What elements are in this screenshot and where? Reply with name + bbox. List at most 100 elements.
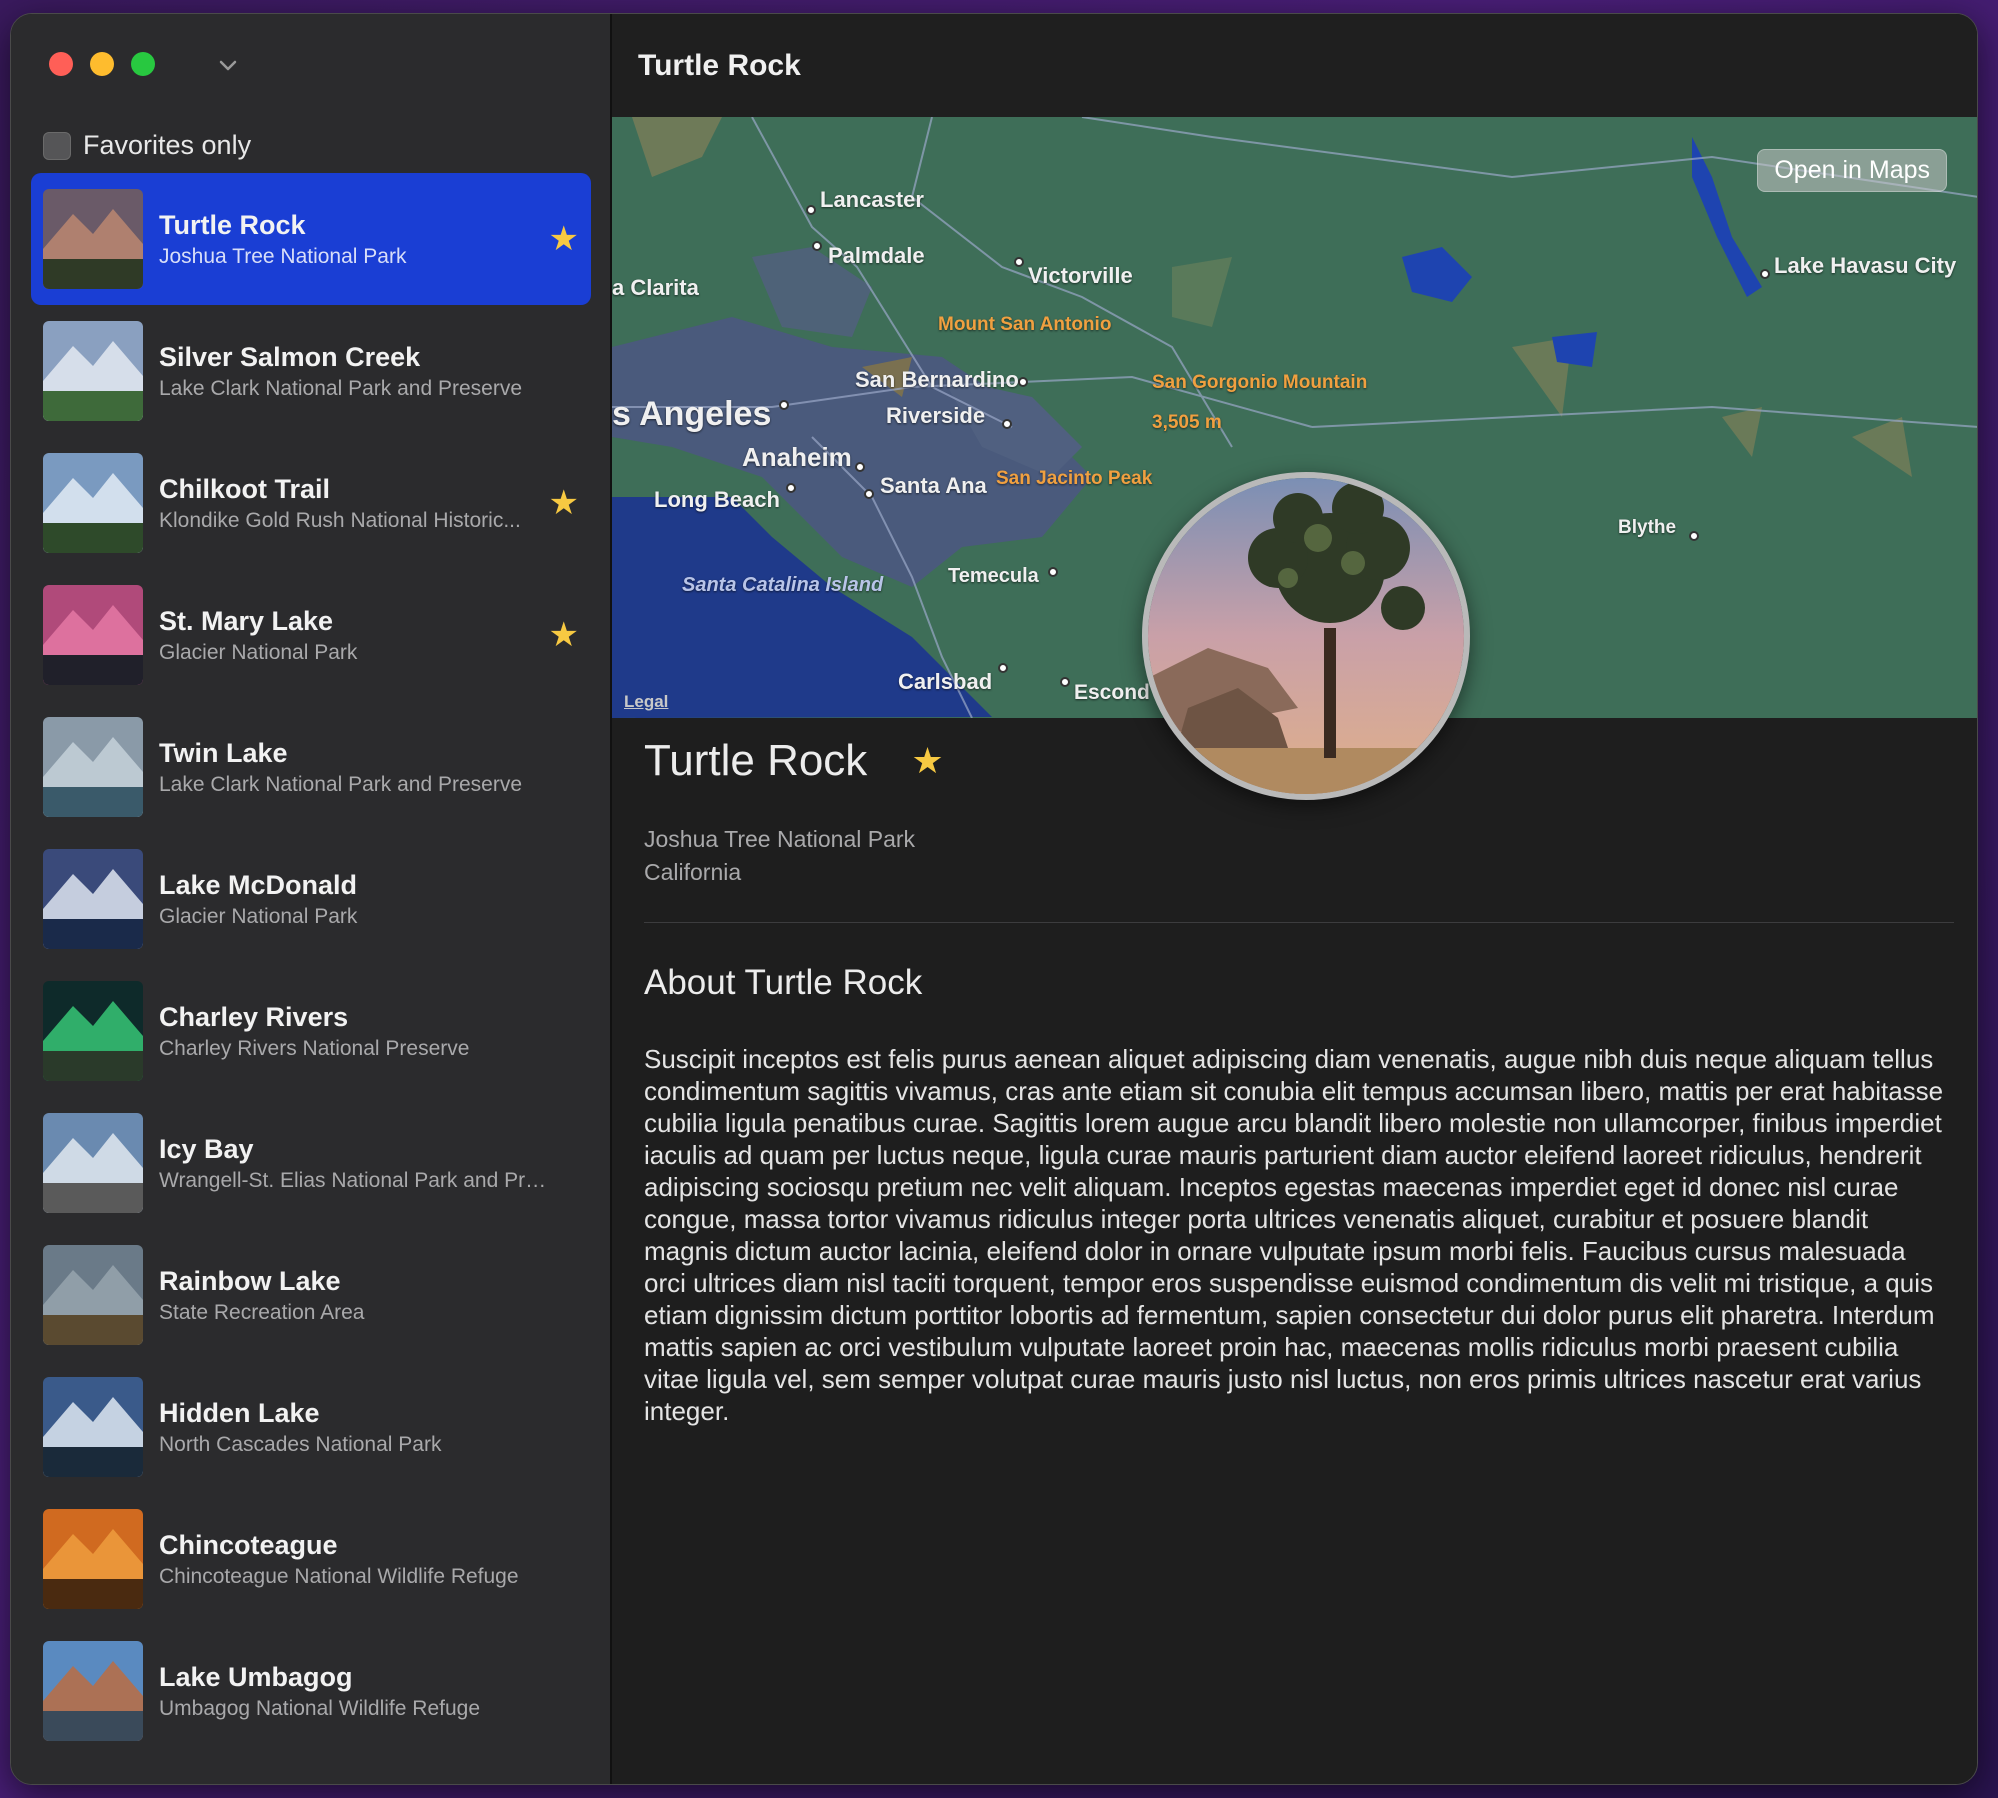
map-label-riverside: Riverside bbox=[886, 403, 986, 428]
landmark-name: Rainbow Lake bbox=[159, 1265, 341, 1296]
map-label-san-gorgonio: San Gorgonio Mountain bbox=[1152, 372, 1368, 393]
sidebar: Favorites only Turtle Rock Joshua Tree Na… bbox=[11, 14, 612, 1784]
favorite-star-icon[interactable]: ★ bbox=[911, 740, 943, 782]
landmark-park: Joshua Tree National Park bbox=[159, 244, 407, 268]
divider bbox=[644, 922, 1954, 923]
map-pin bbox=[1760, 269, 1770, 279]
map-pin bbox=[1060, 677, 1070, 687]
landmark-thumbnail bbox=[43, 189, 143, 289]
landmark-park: Charley Rivers National Preserve bbox=[159, 1036, 470, 1060]
map-label-palmdale: Palmdale bbox=[828, 243, 925, 268]
landmark-row[interactable]: Turtle Rock Joshua Tree National Park ★ bbox=[31, 173, 591, 305]
map-pin bbox=[864, 489, 874, 499]
landmark-thumbnail bbox=[43, 585, 143, 685]
landmark-thumbnail bbox=[43, 1245, 143, 1345]
landmark-park: North Cascades National Park bbox=[159, 1432, 442, 1456]
map-label-escondido: Escond bbox=[1074, 681, 1150, 704]
landmark-row[interactable]: Silver Salmon Creek Lake Clark National P… bbox=[31, 305, 591, 437]
map-label-san-bernardino: San Bernardino bbox=[855, 367, 1019, 392]
map-label-lake-havasu: Lake Havasu City bbox=[1774, 253, 1957, 278]
landmark-row[interactable]: Twin Lake Lake Clark National Park and Pr… bbox=[31, 701, 591, 833]
landmark-park: Chincoteague National Wildlife Refuge bbox=[159, 1564, 519, 1588]
map-pin bbox=[1048, 567, 1058, 577]
landmark-thumbnail bbox=[43, 1509, 143, 1609]
window-controls bbox=[49, 52, 155, 76]
landmark-park: Glacier National Park bbox=[159, 640, 358, 664]
detail-title: Turtle Rock bbox=[644, 736, 868, 785]
landmark-name: Charley Rivers bbox=[159, 1001, 349, 1032]
detail-park: Joshua Tree National Park bbox=[644, 826, 916, 852]
landmark-row[interactable]: Hidden Lake North Cascades National Park bbox=[31, 1361, 591, 1493]
map-label-anaheim: Anaheim bbox=[742, 442, 852, 472]
landmark-name: Silver Salmon Creek bbox=[159, 341, 421, 372]
landmark-row[interactable]: Charley Rivers Charley Rivers National Pr… bbox=[31, 965, 591, 1097]
landmark-row[interactable]: Chincoteague Chincoteague National Wildli… bbox=[31, 1493, 591, 1625]
landmark-name: Chilkoot Trail bbox=[159, 473, 331, 504]
map-pin bbox=[1689, 531, 1699, 541]
map-label-mount-san-antonio: Mount San Antonio bbox=[938, 314, 1112, 335]
landmark-row[interactable]: Lake McDonald Glacier National Park bbox=[31, 833, 591, 965]
landmark-park: State Recreation Area bbox=[159, 1300, 365, 1324]
landmark-name: Twin Lake bbox=[159, 737, 288, 768]
map-pin bbox=[1014, 257, 1024, 267]
favorites-checkbox[interactable] bbox=[43, 131, 71, 160]
landmark-row[interactable]: Icy Bay Wrangell-St. Elias National Park … bbox=[31, 1097, 591, 1229]
favorites-label: Favorites only bbox=[83, 130, 252, 160]
chevron-down-icon[interactable] bbox=[217, 54, 239, 76]
joshua-tree-image bbox=[1148, 478, 1464, 794]
landmark-park: Wrangell-St. Elias National Park and Pre… bbox=[159, 1168, 549, 1192]
map-label-temecula: Temecula bbox=[948, 565, 1039, 587]
landmark-park: Klondike Gold Rush National Historic... bbox=[159, 508, 521, 532]
map-pin bbox=[779, 400, 789, 410]
close-button[interactable] bbox=[49, 52, 73, 76]
map-pin bbox=[812, 241, 822, 251]
landmark-thumbnail bbox=[43, 1377, 143, 1477]
landmark-name: Lake McDonald bbox=[159, 869, 358, 900]
map-label-san-jacinto: San Jacinto Peak bbox=[996, 468, 1153, 489]
detail-state: California bbox=[644, 859, 742, 885]
map-pin bbox=[786, 483, 796, 493]
landmark-row[interactable]: Rainbow Lake State Recreation Area bbox=[31, 1229, 591, 1361]
window-title: Turtle Rock bbox=[612, 14, 1977, 117]
map-label-santa-ana: Santa Ana bbox=[880, 473, 987, 498]
map-label-los-angeles: s Angeles bbox=[612, 395, 772, 433]
landmark-list: Turtle Rock Joshua Tree National Park ★ Sil… bbox=[31, 173, 591, 1757]
landmark-row[interactable]: Lake Umbagog Umbagog National Wildlife Re… bbox=[31, 1625, 591, 1757]
zoom-button[interactable] bbox=[131, 52, 155, 76]
map-pin bbox=[855, 462, 865, 472]
landmark-circle-image bbox=[1142, 472, 1470, 800]
app-window: Favorites only Turtle Rock Joshua Tree Na… bbox=[10, 13, 1978, 1785]
minimize-button[interactable] bbox=[90, 52, 114, 76]
map-label-santa-catalina: Santa Catalina Island bbox=[682, 574, 884, 596]
favorites-toggle[interactable]: Favorites only bbox=[43, 130, 251, 161]
map-label-san-gorgonio-elevation: 3,505 m bbox=[1152, 412, 1222, 433]
landmark-row[interactable]: St. Mary Lake Glacier National Park ★ bbox=[31, 569, 591, 701]
map-pin bbox=[1002, 419, 1012, 429]
landmark-park: Lake Clark National Park and Preserve bbox=[159, 772, 523, 796]
map-pin bbox=[806, 205, 816, 215]
landmark-thumbnail bbox=[43, 981, 143, 1081]
landmark-name: St. Mary Lake bbox=[159, 605, 334, 636]
map-label-long-beach: Long Beach bbox=[654, 487, 780, 512]
landmark-name: Hidden Lake bbox=[159, 1397, 320, 1428]
landmark-park: Glacier National Park bbox=[159, 904, 358, 928]
landmark-name: Chincoteague bbox=[159, 1529, 338, 1560]
map-legal-link[interactable]: Legal bbox=[624, 692, 668, 712]
map-pin bbox=[1018, 377, 1028, 387]
landmark-name: Turtle Rock bbox=[159, 209, 306, 240]
landmark-detail: Turtle Rock ★ Joshua Tree National Park … bbox=[644, 736, 1954, 1427]
landmark-park: Lake Clark National Park and Preserve bbox=[159, 376, 523, 400]
landmark-thumbnail bbox=[43, 1113, 143, 1213]
landmark-row[interactable]: Chilkoot Trail Klondike Gold Rush Nationa… bbox=[31, 437, 591, 569]
about-description: Suscipit inceptos est felis purus aenean… bbox=[644, 1044, 1944, 1426]
landmark-name: Lake Umbagog bbox=[159, 1661, 353, 1692]
map-label-clarita: a Clarita bbox=[612, 275, 699, 300]
landmark-name: Icy Bay bbox=[159, 1133, 254, 1164]
map-label-blythe: Blythe bbox=[1618, 517, 1677, 538]
open-in-maps-button[interactable]: Open in Maps bbox=[1757, 149, 1947, 192]
landmark-thumbnail bbox=[43, 1641, 143, 1741]
landmark-thumbnail bbox=[43, 849, 143, 949]
favorite-star-icon: ★ bbox=[548, 220, 579, 258]
landmark-thumbnail bbox=[43, 453, 143, 553]
map-label-lancaster: Lancaster bbox=[820, 187, 924, 212]
